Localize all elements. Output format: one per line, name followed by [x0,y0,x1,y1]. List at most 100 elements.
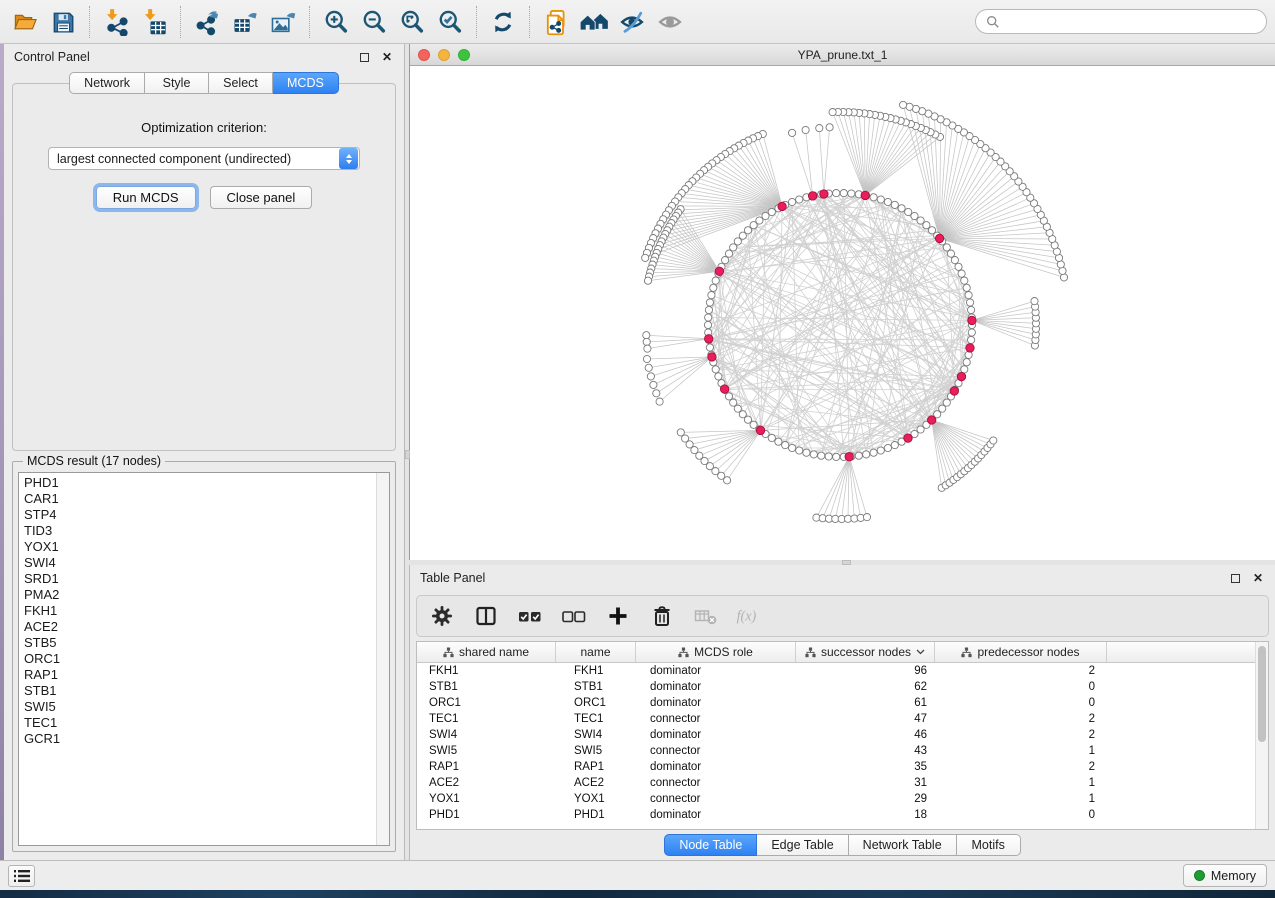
network-window-titlebar[interactable]: YPA_prune.txt_1 [410,44,1275,66]
network-dominator-node[interactable] [720,385,728,393]
network-leaf-node[interactable] [829,109,836,116]
network-node[interactable] [789,444,796,451]
network-node[interactable] [943,244,950,251]
show-column-panel-button[interactable] [471,601,501,631]
column-header-name[interactable]: name [556,642,636,662]
network-leaf-node[interactable] [642,254,649,261]
table-row[interactable]: ORC1ORC1dominator610 [417,695,1255,711]
network-leaf-node[interactable] [826,124,833,131]
network-dominator-node[interactable] [715,267,723,275]
mcds-result-item[interactable]: STB1 [24,683,376,699]
memory-button[interactable]: Memory [1183,864,1267,887]
select-all-columns-button[interactable] [515,601,545,631]
network-node[interactable] [848,190,855,197]
network-graph[interactable] [410,66,1275,559]
network-node[interactable] [898,205,905,212]
network-node[interactable] [775,438,782,445]
network-node[interactable] [840,190,847,197]
function-builder-button-disabled[interactable]: f(x) [735,601,765,631]
network-node[interactable] [708,292,715,299]
clone-network-button[interactable] [537,4,575,40]
export-image-button[interactable] [264,4,302,40]
network-node[interactable] [705,314,712,321]
mcds-result-item[interactable]: GCR1 [24,731,376,747]
network-canvas[interactable] [410,66,1275,560]
network-node[interactable] [768,208,775,215]
network-leaf-node[interactable] [644,277,651,284]
network-dominator-node[interactable] [950,387,958,395]
network-node[interactable] [706,344,713,351]
mcds-result-item[interactable]: STP4 [24,507,376,523]
tab-network[interactable]: Network [69,72,145,94]
network-leaf-node[interactable] [816,125,823,132]
mcds-result-item[interactable]: YOX1 [24,539,376,555]
network-leaf-node[interactable] [789,129,796,136]
network-node[interactable] [870,449,877,456]
network-dominator-node[interactable] [820,190,828,198]
network-node[interactable] [833,453,840,460]
network-node[interactable] [710,284,717,291]
network-node[interactable] [877,196,884,203]
network-leaf-node[interactable] [643,332,650,339]
network-leaf-node[interactable] [643,355,650,362]
network-node[interactable] [891,201,898,208]
close-panel-button[interactable]: ✕ [380,50,394,64]
mcds-result-item[interactable]: TEC1 [24,715,376,731]
network-dominator-node[interactable] [928,416,936,424]
search-box[interactable] [975,9,1267,34]
table-row[interactable]: RAP1RAP1dominator352 [417,759,1255,775]
deselect-all-columns-button[interactable] [559,601,589,631]
network-node[interactable] [712,366,719,373]
network-node[interactable] [730,399,737,406]
network-leaf-node[interactable] [643,338,650,345]
network-node[interactable] [762,212,769,219]
network-leaf-node[interactable] [656,398,663,405]
table-row[interactable]: SWI4SWI4dominator462 [417,727,1255,743]
network-node[interactable] [712,277,719,284]
network-node[interactable] [855,452,862,459]
network-node[interactable] [951,257,958,264]
network-node[interactable] [706,299,713,306]
network-node[interactable] [917,217,924,224]
tab-network-table[interactable]: Network Table [849,834,957,856]
network-node[interactable] [911,212,918,219]
mcds-result-item[interactable]: PHD1 [24,475,376,491]
network-dominator-node[interactable] [705,335,713,343]
hide-selected-button[interactable] [613,4,651,40]
network-node[interactable] [803,449,810,456]
tab-node-table[interactable]: Node Table [664,834,757,856]
float-panel-button[interactable] [357,50,371,64]
mcds-result-item[interactable]: SRD1 [24,571,376,587]
network-node[interactable] [768,434,775,441]
network-dominator-node[interactable] [756,426,764,434]
network-node[interactable] [961,366,968,373]
import-table-button[interactable] [135,4,173,40]
export-network-button[interactable] [188,4,226,40]
delete-column-button[interactable] [647,601,677,631]
mcds-result-item[interactable]: ORC1 [24,651,376,667]
network-leaf-node[interactable] [1059,267,1066,274]
network-dominator-node[interactable] [957,372,965,380]
network-leaf-node[interactable] [900,101,907,108]
network-dominator-node[interactable] [904,434,912,442]
network-node[interactable] [968,336,975,343]
network-leaf-node[interactable] [863,514,870,521]
delete-table-button-disabled[interactable] [691,601,721,631]
network-leaf-node[interactable] [650,381,657,388]
mcds-result-item[interactable]: ACE2 [24,619,376,635]
network-dominator-node[interactable] [966,344,974,352]
mcds-result-item[interactable]: RAP1 [24,667,376,683]
splitter-grip[interactable] [405,450,410,459]
tab-mcds[interactable]: MCDS [273,72,339,94]
network-leaf-node[interactable] [645,364,652,371]
network-leaf-node[interactable] [802,126,809,133]
network-node[interactable] [810,451,817,458]
network-dominator-node[interactable] [808,192,816,200]
network-node[interactable] [796,196,803,203]
network-node[interactable] [958,270,965,277]
column-header-predecessor-nodes[interactable]: predecessor nodes [935,642,1107,662]
network-node[interactable] [863,451,870,458]
tab-edge-table[interactable]: Edge Table [757,834,848,856]
network-node[interactable] [961,277,968,284]
search-input[interactable] [1006,15,1256,29]
